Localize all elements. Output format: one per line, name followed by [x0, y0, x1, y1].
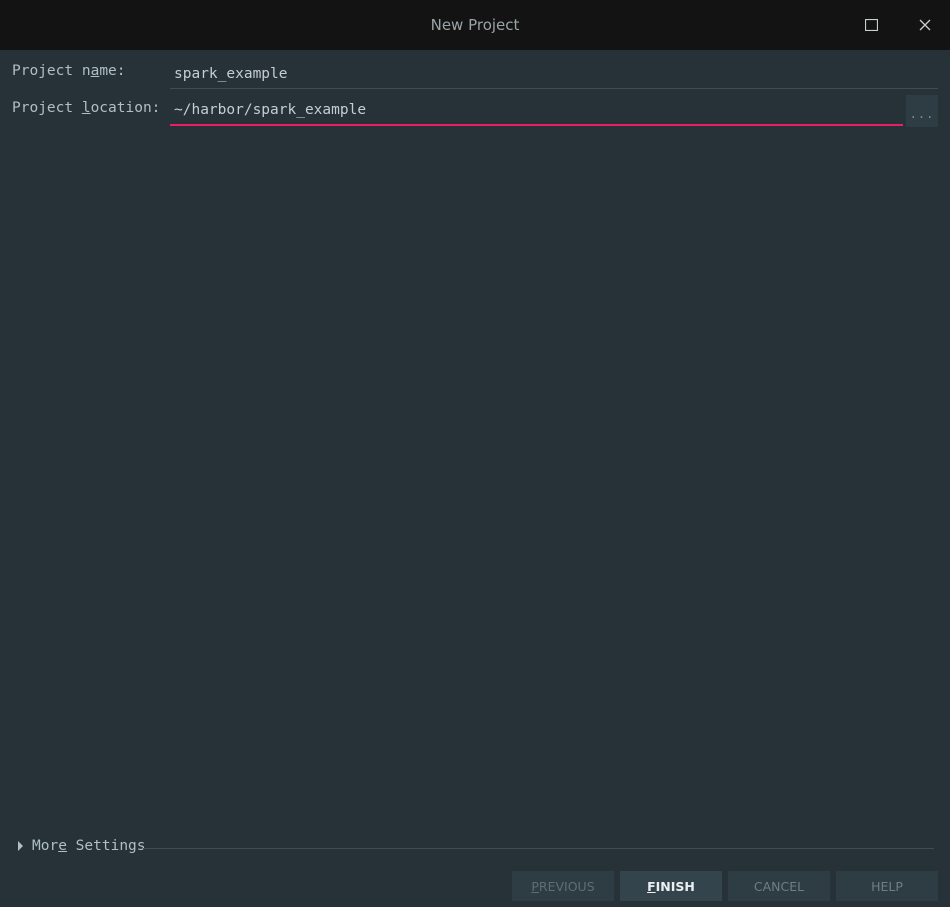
project-name-input[interactable] — [170, 59, 938, 89]
more-settings-label: More Settings — [32, 838, 146, 854]
more-settings-toggle[interactable]: More Settings — [18, 838, 146, 854]
more-settings-divider — [143, 848, 934, 849]
title-bar: New Project — [0, 0, 950, 50]
project-location-input[interactable] — [170, 96, 903, 126]
previous-button[interactable]: P REVIOUS — [512, 871, 614, 901]
project-location-label: Project location: — [12, 100, 161, 116]
window-title: New Project — [430, 16, 520, 34]
browse-location-button[interactable]: ... — [906, 95, 938, 127]
new-project-dialog: New Project Project name: Project locati… — [0, 0, 950, 907]
close-button[interactable] — [913, 13, 937, 37]
project-name-label: Project name: — [12, 63, 126, 79]
maximize-button[interactable] — [859, 13, 883, 37]
close-icon — [919, 19, 931, 31]
maximize-icon — [864, 19, 878, 31]
finish-button[interactable]: F INISH — [620, 871, 722, 901]
help-button[interactable]: HELP — [836, 871, 938, 901]
triangle-right-icon — [18, 841, 23, 851]
cancel-button[interactable]: CANCEL — [728, 871, 830, 901]
